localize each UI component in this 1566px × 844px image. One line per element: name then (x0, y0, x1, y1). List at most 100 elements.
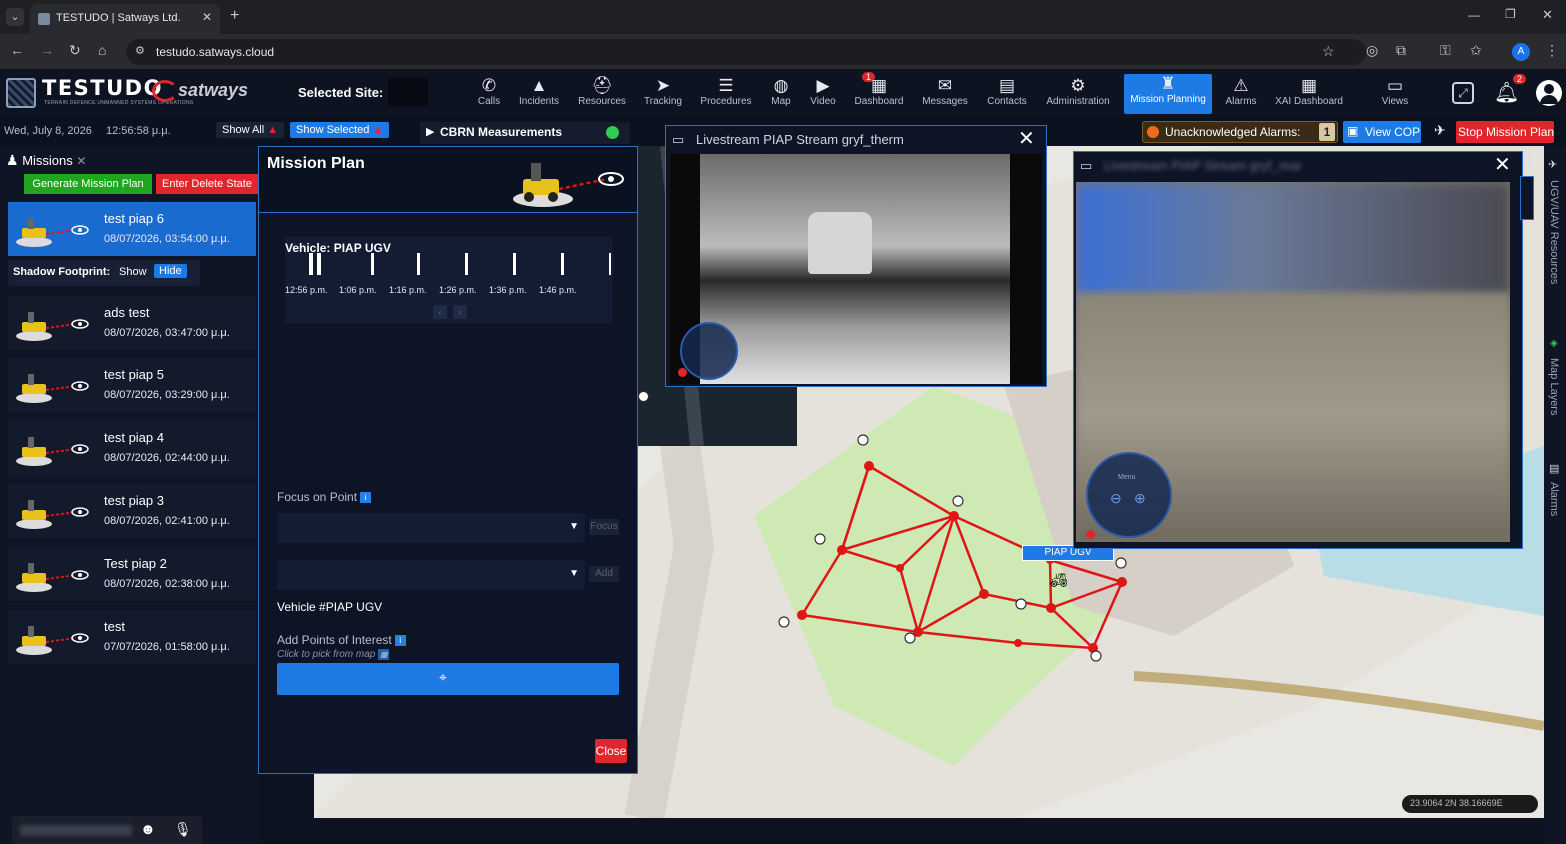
browser-tab[interactable]: TESTUDO | Satways Ltd. ✕ (30, 4, 220, 34)
mute-mic-icon[interactable]: 🎙︎ (174, 821, 192, 838)
nav-administration[interactable]: ⚙ Administration (1042, 76, 1114, 116)
nav-xai-dashboard[interactable]: ▦ XAI Dashboard (1272, 76, 1346, 116)
ugv-uav-resources-tab[interactable]: UGV/UAV Resources (1548, 180, 1560, 284)
nav-calls[interactable]: ✆ Calls (470, 76, 508, 116)
ugv-illustration-icon (511, 153, 631, 209)
alarms-tab[interactable]: Alarms (1548, 482, 1560, 516)
show-all-button[interactable]: Show All ▲ (216, 122, 285, 138)
puzzle-icon[interactable]: ⧉ (1396, 42, 1406, 59)
user-status-icon[interactable]: ☻ (140, 821, 156, 838)
shadow-footprint-label: Shadow Footprint: (13, 266, 111, 278)
livestream-window-therm[interactable]: ▭ Livestream PIAP Stream gryf_therm ✕ (665, 125, 1047, 387)
close-stream-icon[interactable]: ✕ (1018, 126, 1035, 151)
nav-alarms[interactable]: ⚠ Alarms (1222, 76, 1260, 116)
poi-marker-icon[interactable] (638, 391, 649, 402)
ptz-control[interactable]: Menu ⊖ ⊕ (1086, 452, 1172, 538)
mission-name: test piap 6 (104, 211, 164, 226)
user-avatar[interactable] (1536, 80, 1562, 106)
cbrn-measurements-toggle[interactable]: ▶ CBRN Measurements (420, 122, 630, 144)
map-tool-strip[interactable] (1520, 176, 1534, 220)
forward-icon[interactable]: → (40, 42, 54, 58)
nav-dashboard[interactable]: ▦ Dashboard (852, 76, 906, 116)
timeline-label: 12:56 p.m. (285, 285, 328, 295)
shadow-show-button[interactable]: Show (119, 266, 147, 278)
close-stream-icon[interactable]: ✕ (1494, 152, 1511, 177)
mission-list-item[interactable]: Test piap 2 08/07/2026, 02:38:00 μ.μ. (8, 547, 256, 601)
generate-mission-plan-button[interactable]: Generate Mission Plan (24, 174, 152, 194)
minimize-icon[interactable]: — (1468, 8, 1480, 22)
timeline-prev-button[interactable]: ‹ (433, 305, 447, 319)
favorites-icon[interactable]: ✩ (1470, 42, 1482, 59)
mission-list-item[interactable]: test piap 5 08/07/2026, 03:29:00 μ.μ. (8, 358, 256, 412)
shadow-hide-button[interactable]: Hide (154, 264, 187, 278)
selected-site-select[interactable] (388, 78, 428, 106)
focus-point-select[interactable]: ▼ (277, 513, 585, 543)
drone-rail-icon[interactable]: ✈ (1548, 158, 1557, 171)
close-missions-icon[interactable]: ✕ (76, 154, 86, 168)
mission-list-item[interactable]: test piap 3 08/07/2026, 02:41:00 μ.μ. (8, 484, 256, 538)
zoom-in-icon[interactable]: ⊕ (1134, 490, 1146, 507)
current-time: 12:56:58 μ.μ. (106, 125, 171, 137)
show-selected-button[interactable]: Show Selected ▲ (290, 122, 390, 138)
map-layers-tab[interactable]: Map Layers (1548, 358, 1560, 415)
key-icon[interactable]: ⚿ (1440, 42, 1451, 59)
timeline-next-button[interactable]: › (453, 305, 467, 319)
nav-contacts[interactable]: ▤ Contacts (984, 76, 1030, 116)
new-tab-icon[interactable]: + (230, 7, 239, 25)
mission-list-item[interactable]: test piap 6 08/07/2026, 03:54:00 μ.μ. (8, 202, 256, 256)
menu-kebab-icon[interactable]: ⋮ (1545, 42, 1559, 59)
coordinates-text: 23.9064 2N 38.16669E (1410, 798, 1503, 808)
reload-icon[interactable]: ↻ (69, 42, 81, 59)
nav-map[interactable]: ◍ Map (764, 76, 798, 116)
profile-avatar[interactable]: A (1512, 43, 1530, 61)
nav-resources[interactable]: ⛑ Resources (574, 76, 630, 116)
enter-delete-state-button[interactable]: Enter Delete State (156, 174, 258, 194)
nav-views[interactable]: ▭ Views (1374, 76, 1416, 116)
zoom-out-icon[interactable]: ⊖ (1110, 490, 1122, 507)
alarm-rail-icon[interactable]: ▤ (1549, 462, 1559, 475)
nav-tracking[interactable]: ➤ Tracking (640, 76, 686, 116)
close-button[interactable]: Close (595, 739, 627, 763)
add-point-select[interactable]: ▼ (277, 560, 585, 590)
timeline-label: 1:06 p.m. (339, 285, 377, 295)
nav-incidents[interactable]: ▲ Incidents (514, 76, 564, 116)
back-icon[interactable]: ← (10, 42, 24, 58)
nav-procedures[interactable]: ☰ Procedures (698, 76, 754, 116)
unacknowledged-alarms[interactable]: Unacknowledged Alarms: 1 (1142, 121, 1338, 143)
nav-label: Video (810, 96, 836, 107)
mission-list-item[interactable]: test 07/07/2026, 01:58:00 μ.μ. (8, 610, 256, 664)
stop-mission-plan-button[interactable]: Stop Mission Plan (1456, 121, 1554, 143)
expand-panel-icon[interactable]: ⛶ (1524, 154, 1531, 165)
layers-rail-icon[interactable]: ◈ (1550, 338, 1558, 349)
notification-count-badge: 2 (1513, 74, 1527, 84)
fullscreen-icon[interactable]: ⤢ (1452, 82, 1474, 104)
focus-button[interactable]: Focus (589, 519, 619, 535)
browser-address-bar: ← → ↻ ⌂ ⚙ testudo.satways.cloud ☆ ◎ ⧉ ⚿ … (0, 34, 1566, 70)
livestream-window-rear[interactable]: ▭ Livestream PIAP Stream gryf_rear ✕ Men… (1073, 151, 1523, 549)
coordinates-readout: 23.9064 2N 38.16669E (1402, 795, 1538, 813)
info-icon: i (360, 492, 372, 504)
pick-location-button[interactable]: ⌖ (277, 663, 619, 695)
mission-timeline[interactable]: Vehicle: PIAP UGV ‹ › 12:56 p.m. 1:06 p.m… (285, 237, 613, 323)
contacts-icon: ▤ (998, 76, 1016, 95)
close-tab-icon[interactable]: ✕ (202, 10, 212, 24)
nav-mission-planning[interactable]: ♜ Mission Planning (1124, 74, 1212, 114)
mission-date: 08/07/2026, 03:47:00 μ.μ. (104, 327, 230, 339)
tab-list-icon[interactable]: ⌄ (6, 8, 24, 26)
nav-messages[interactable]: ✉ Messages (918, 76, 972, 116)
restore-icon[interactable]: ❐ (1505, 7, 1516, 21)
home-icon[interactable]: ⌂ (98, 42, 106, 58)
mission-list-item[interactable]: test piap 4 08/07/2026, 02:44:00 μ.μ. (8, 421, 256, 475)
right-rail: ✈ UGV/UAV Resources ◈ Map Layers ▤ Alarm… (1544, 146, 1566, 844)
nav-label: Resources (578, 96, 626, 107)
add-button[interactable]: Add (589, 566, 619, 582)
bookmark-star-icon[interactable]: ☆ (1322, 43, 1335, 60)
extension-icon[interactable]: ◎ (1366, 42, 1378, 59)
url-field[interactable]: ⚙ testudo.satways.cloud ☆ (126, 39, 1366, 65)
ptz-control[interactable] (680, 322, 738, 380)
site-info-icon[interactable]: ⚙ (135, 44, 145, 57)
view-cop-button[interactable]: ▣ View COP (1343, 121, 1421, 143)
close-window-icon[interactable]: ✕ (1542, 7, 1553, 23)
mission-list-item[interactable]: ads test 08/07/2026, 03:47:00 μ.μ. (8, 296, 256, 350)
nav-video[interactable]: ▶ Video (806, 76, 840, 116)
